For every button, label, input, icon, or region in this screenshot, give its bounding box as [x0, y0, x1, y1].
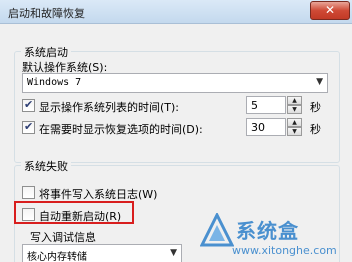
chevron-down-icon: ▼ [316, 77, 323, 87]
debug-info-value: 核心内存转储 [27, 252, 87, 262]
title-bar: 启动和故障恢复 ✕ [0, 0, 352, 24]
failure-group-title: 系统失败 [21, 158, 71, 174]
show-recovery-spinner[interactable]: ▲ ▼ [287, 118, 302, 136]
show-list-spinner[interactable]: ▲ ▼ [287, 96, 302, 114]
spin-up-icon[interactable]: ▲ [287, 118, 302, 127]
debug-info-label: 写入调试信息 [30, 231, 96, 244]
watermark-url: www.xitonghe.com [232, 244, 337, 257]
highlight-box [14, 201, 134, 224]
default-os-value: Windows 7 [27, 77, 82, 88]
close-button[interactable]: ✕ [310, 1, 350, 20]
write-event-checkbox[interactable] [22, 186, 35, 199]
debug-info-select[interactable]: 核心内存转储 ▼ [22, 244, 182, 262]
show-list-input[interactable]: 5 [246, 96, 286, 114]
show-recovery-input[interactable]: 30 [246, 118, 286, 136]
show-recovery-unit: 秒 [310, 123, 321, 136]
spin-down-icon[interactable]: ▼ [287, 127, 302, 136]
write-event-label: 将事件写入系统日志(W) [39, 188, 158, 201]
spin-up-icon[interactable]: ▲ [287, 96, 302, 105]
watermark-logo-icon [200, 213, 234, 247]
show-list-checkbox[interactable] [22, 98, 35, 112]
window-title: 启动和故障恢复 [8, 7, 85, 20]
show-list-unit: 秒 [310, 101, 321, 114]
show-recovery-label: 在需要时显示恢复选项的时间(D): [39, 123, 203, 136]
startup-group-title: 系统启动 [21, 44, 71, 60]
show-recovery-checkbox[interactable] [22, 120, 35, 134]
show-list-label: 显示操作系统列表的时间(T): [39, 101, 180, 114]
chevron-down-icon: ▼ [170, 248, 177, 258]
spin-down-icon[interactable]: ▼ [287, 105, 302, 114]
watermark-brand: 系统盒 [236, 219, 299, 243]
default-os-select[interactable]: Windows 7 ▼ [22, 73, 328, 93]
dialog-body: 系统启动 默认操作系统(S): Windows 7 ▼ 显示操作系统列表的时间(… [0, 25, 352, 262]
